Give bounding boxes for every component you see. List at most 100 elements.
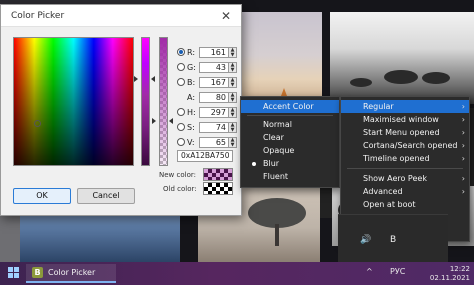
taskbar-button-label: Color Picker: [48, 268, 96, 277]
field-row-v: V: 65 ▲▼ %: [177, 136, 248, 148]
sv-cursor-icon[interactable]: [34, 120, 41, 127]
cancel-button[interactable]: Cancel: [77, 188, 135, 204]
submenu-arrow-icon: ›: [461, 141, 465, 150]
dialog-titlebar[interactable]: Color Picker ✕: [1, 5, 241, 27]
menu-item-cortana-search-opened-label: Cortana/Search opened: [363, 141, 458, 150]
clock-time: 12:22: [449, 265, 470, 273]
radio-g[interactable]: [177, 63, 185, 71]
menu-item-opaque[interactable]: Opaque: [241, 144, 339, 157]
spinner-s-icon[interactable]: ▲ ▼: [229, 121, 237, 133]
menu-item-advanced-label: Advanced: [363, 187, 403, 196]
taskbar-button-color-picker[interactable]: B Color Picker: [26, 264, 116, 283]
new-color-swatch: [203, 168, 233, 181]
color-picker-app-icon: B: [32, 267, 43, 278]
menu-item-fluent[interactable]: Fluent: [241, 170, 339, 183]
radio-s[interactable]: [177, 123, 185, 131]
field-label-h: H:: [187, 107, 196, 117]
menu-separator: [247, 115, 333, 116]
menu-item-timeline-opened-label: Timeline opened: [363, 154, 430, 163]
field-input-r[interactable]: 161: [199, 46, 229, 58]
alpha-gradient: [160, 38, 167, 165]
spinner-h-icon[interactable]: ▲ ▼: [229, 106, 237, 118]
field-input-v[interactable]: 65: [199, 136, 229, 148]
field-row-b: B: 167 ▲ ▼: [177, 76, 237, 88]
menu-item-clear[interactable]: Clear: [241, 131, 339, 144]
alpha-marker-right-icon[interactable]: [169, 118, 173, 124]
field-row-g: G: 43 ▲ ▼: [177, 61, 237, 73]
submenu-arrow-icon: ›: [461, 128, 465, 137]
submenu-arrow-icon: ›: [461, 154, 465, 163]
submenu-arrow-icon: ›: [461, 174, 465, 183]
speaker-icon[interactable]: 🔊: [360, 235, 371, 245]
hue-marker-right-icon[interactable]: [151, 76, 155, 82]
alpha-marker-left-icon[interactable]: [152, 118, 156, 124]
close-icon[interactable]: ✕: [211, 5, 241, 27]
alpha-slider[interactable]: [159, 37, 168, 166]
menu-item-normal[interactable]: Normal: [241, 118, 339, 131]
menu-separator: [347, 168, 463, 169]
submenu-arrow-icon: ›: [461, 187, 465, 196]
menu-item-regular[interactable]: Regular ›: [341, 100, 469, 113]
radio-v[interactable]: [177, 138, 185, 146]
selected-dot-icon: [252, 162, 256, 166]
hue-slider[interactable]: [141, 37, 150, 166]
start-icon[interactable]: [8, 267, 20, 279]
wallpaper-trunk: [275, 224, 279, 246]
field-label-b: B:: [187, 77, 196, 87]
tray-clock[interactable]: 12:22 02.11.2021: [430, 265, 470, 283]
hex-input[interactable]: 0xA12BA750: [177, 150, 233, 162]
spinner-v-icon[interactable]: ▲ ▼: [229, 136, 237, 148]
wallpaper-rock: [422, 72, 450, 84]
spinner-r-icon[interactable]: ▲ ▼: [229, 46, 237, 58]
taskbar: B Color Picker ^ РУС 12:22 02.11.2021: [0, 262, 474, 285]
field-row-h: H: 297 ▲▼ °: [177, 106, 244, 118]
sv-shade-overlay: [14, 38, 133, 165]
wallpaper-tile-rocks: [330, 12, 474, 104]
saturation-value-picker[interactable]: [13, 37, 134, 166]
menu-item-cortana-search-opened[interactable]: Cortana/Search opened ›: [341, 139, 469, 152]
tray-chevron-icon[interactable]: ^: [366, 267, 373, 276]
radio-r[interactable]: [177, 48, 185, 56]
radio-b[interactable]: [177, 78, 185, 86]
field-input-b[interactable]: 167: [199, 76, 229, 88]
menu-item-show-aero-peek-label: Show Aero Peek: [363, 174, 427, 183]
field-label-a: A:: [187, 92, 196, 102]
field-label-r: R:: [187, 47, 196, 57]
field-input-s[interactable]: 74: [199, 121, 229, 133]
app-tray-icon[interactable]: B: [390, 235, 396, 245]
new-color-label: New color:: [159, 171, 196, 179]
field-label-s: S:: [187, 122, 195, 132]
field-input-a[interactable]: 80: [199, 91, 229, 103]
accent-submenu: Accent Color Normal Clear Opaque Blur Fl…: [240, 96, 340, 188]
spinner-g-icon[interactable]: ▲ ▼: [229, 61, 237, 73]
field-label-g: G:: [187, 62, 196, 72]
menu-item-blur[interactable]: Blur: [241, 157, 339, 170]
dialog-title: Color Picker: [11, 10, 65, 21]
menu-item-maximised-window[interactable]: Maximised window ›: [341, 113, 469, 126]
submenu-arrow-icon: ›: [461, 115, 465, 124]
wallpaper-rock: [350, 78, 372, 87]
menu-item-blur-label: Blur: [263, 159, 280, 168]
submenu-arrow-icon: ›: [461, 102, 465, 111]
spinner-a-icon[interactable]: ▲ ▼: [229, 91, 237, 103]
ok-button[interactable]: OK: [13, 188, 71, 204]
menu-item-advanced[interactable]: Advanced ›: [341, 185, 469, 198]
menu-item-start-menu-opened[interactable]: Start Menu opened ›: [341, 126, 469, 139]
field-label-v: V:: [187, 137, 195, 147]
menu-item-start-menu-opened-label: Start Menu opened: [363, 128, 440, 137]
menu-item-accent-color[interactable]: Accent Color: [241, 100, 339, 113]
tray-language[interactable]: РУС: [390, 267, 405, 276]
color-picker-dialog: Color Picker ✕ R: 161 ▲ ▼ G: 43 ▲ ▼ B: 167…: [0, 4, 248, 216]
menu-item-open-at-boot[interactable]: Open at boot: [341, 198, 469, 211]
tray-flyout: 🔊 B: [338, 214, 448, 262]
radio-h[interactable]: [177, 108, 185, 116]
menu-item-timeline-opened[interactable]: Timeline opened ›: [341, 152, 469, 165]
field-row-a: A: 80 ▲ ▼: [177, 91, 237, 103]
field-input-g[interactable]: 43: [199, 61, 229, 73]
spinner-b-icon[interactable]: ▲ ▼: [229, 76, 237, 88]
hue-marker-left-icon[interactable]: [134, 76, 138, 82]
menu-item-show-aero-peek[interactable]: Show Aero Peek ›: [341, 172, 469, 185]
menu-item-regular-label: Regular: [363, 102, 394, 111]
old-color-label: Old color:: [163, 185, 197, 193]
field-input-h[interactable]: 297: [199, 106, 229, 118]
